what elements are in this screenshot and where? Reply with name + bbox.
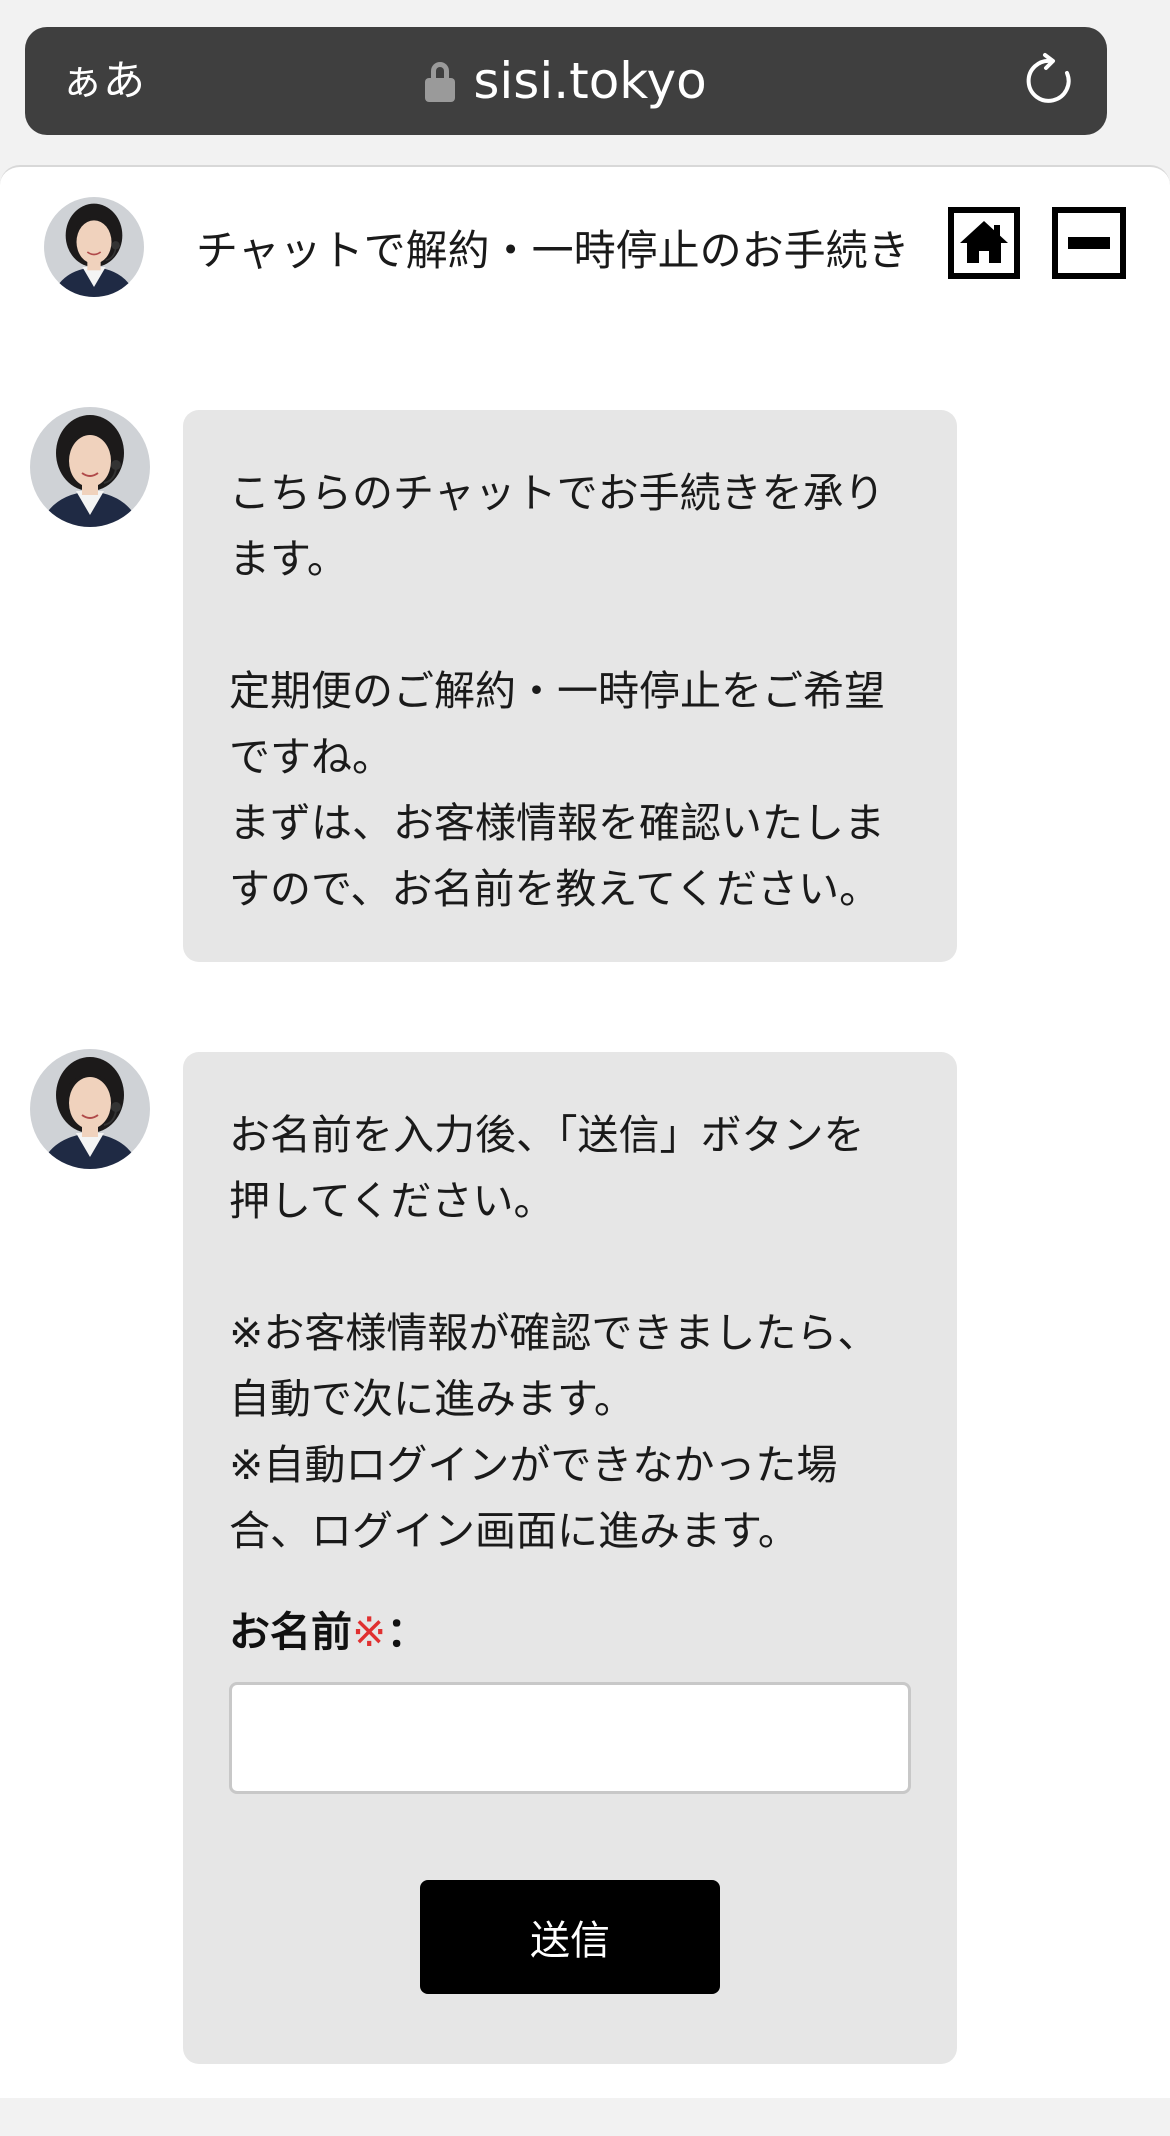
name-field-label: お名前※： xyxy=(229,1608,428,1656)
operator-avatar xyxy=(30,1049,150,1169)
browser-address-bar: ぁあ sisi.tokyo xyxy=(25,27,1107,135)
minimize-icon xyxy=(1068,237,1110,249)
home-icon xyxy=(960,221,1008,263)
reload-icon[interactable] xyxy=(1021,51,1081,111)
bottom-strip xyxy=(0,2098,1170,2136)
url-field[interactable]: sisi.tokyo xyxy=(25,53,1107,109)
message-text: お名前を入力後、「送信」ボタンを 押してください。 ※お客様情報が確認できました… xyxy=(229,1111,879,1555)
operator-avatar xyxy=(30,407,150,527)
chat-panel: チャットで解約・一時停止のお手続き こちらのチャットでお手続きを承り ます。 定… xyxy=(0,165,1170,2098)
required-mark: ※ xyxy=(352,1608,387,1656)
home-button[interactable] xyxy=(948,207,1020,279)
page-title: チャットで解約・一時停止のお手続き xyxy=(196,226,910,275)
chat-message-bubble: こちらのチャットでお手続きを承り ます。 定期便のご解約・一時停止をご希望 です… xyxy=(183,410,957,962)
minimize-button[interactable] xyxy=(1052,207,1126,279)
message-text: こちらのチャットでお手続きを承り ます。 定期便のご解約・一時停止をご希望 です… xyxy=(229,469,885,913)
operator-avatar xyxy=(44,197,144,297)
lock-icon xyxy=(425,62,456,102)
chat-message-bubble: お名前を入力後、「送信」ボタンを 押してください。 ※お客様情報が確認できました… xyxy=(183,1052,957,2064)
name-input[interactable] xyxy=(229,1682,911,1794)
submit-button[interactable]: 送信 xyxy=(420,1880,720,1994)
url-text: sisi.tokyo xyxy=(473,52,707,110)
